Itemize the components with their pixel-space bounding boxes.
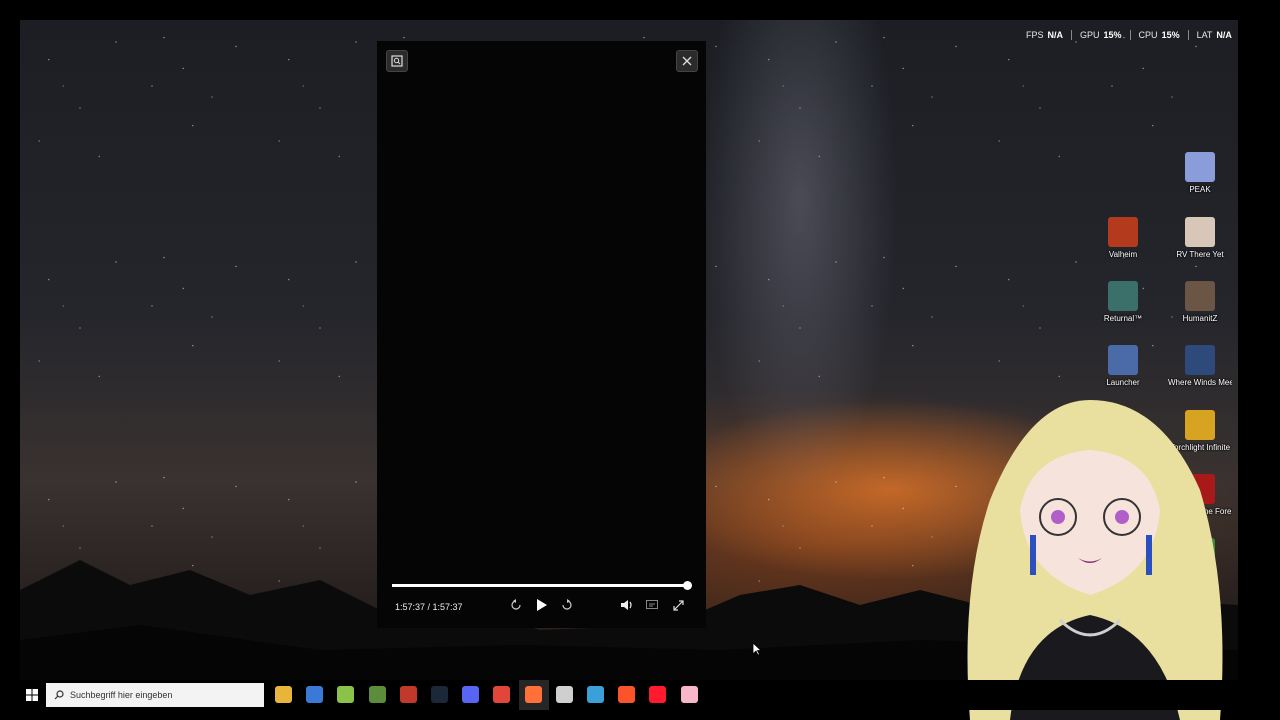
search-placeholder: Suchbegriff hier eingeben [70, 690, 173, 700]
rv-there-yet-icon [1185, 217, 1215, 247]
desktop-icon[interactable]: PEAK [1168, 152, 1232, 194]
play-button[interactable] [534, 597, 550, 613]
stat-cpu: CPU 15% [1131, 30, 1189, 40]
rewind-10-icon [511, 599, 521, 610]
vtuber-avatar [967, 400, 1223, 720]
humanitz-icon [1185, 281, 1215, 311]
chrome-icon[interactable] [493, 686, 511, 703]
zoom-icon [391, 55, 403, 67]
volume-button[interactable] [619, 597, 635, 613]
progress-handle[interactable] [683, 581, 692, 590]
taskbar-search-box[interactable]: Suchbegriff hier eingeben [46, 683, 264, 707]
close-icon [682, 56, 692, 66]
forward-button[interactable] [559, 597, 575, 613]
search-icon [54, 690, 64, 700]
windows-logo-icon [26, 689, 38, 701]
brave-icon[interactable] [618, 686, 636, 703]
peak-game-icon [1185, 152, 1215, 182]
volume-icon [621, 600, 632, 610]
mouse-cursor [752, 642, 762, 656]
stat-label: GPU [1080, 30, 1100, 40]
file-explorer-icon[interactable] [275, 686, 292, 703]
refresh-app-icon[interactable] [587, 686, 604, 703]
performance-overlay: FPS N/A GPU 15% CPU 15% LAT N/A [1018, 30, 1240, 40]
forward-10-icon [562, 599, 572, 610]
stat-gpu: GPU 15% [1072, 30, 1131, 40]
discord-like-icon[interactable] [462, 686, 480, 703]
desktop-icon-label: Valheim [1108, 250, 1138, 259]
stat-value: 15% [1161, 30, 1180, 40]
speedometer-icon[interactable] [555, 686, 573, 703]
desktop-icon-label: RV There Yet [1176, 250, 1224, 259]
desktop-icon-label: PEAK [1189, 185, 1211, 194]
app-badge-icon[interactable] [399, 686, 417, 703]
stat-label: FPS [1026, 30, 1044, 40]
desktop-icon-label: Returnal™ [1103, 314, 1143, 323]
store-icon[interactable] [306, 686, 324, 703]
android-app-icon[interactable] [337, 686, 355, 703]
steam-icon[interactable] [431, 686, 448, 703]
stat-value: 15% [1103, 30, 1122, 40]
stat-value: N/A [1216, 30, 1232, 40]
captions-button[interactable] [644, 597, 660, 613]
captions-icon [646, 600, 658, 609]
expand-icon [672, 599, 684, 611]
firefox-icon[interactable] [524, 686, 542, 703]
minecraft-icon[interactable] [368, 686, 386, 703]
returnal-icon [1108, 281, 1138, 311]
stat-fps: FPS N/A [1018, 30, 1073, 40]
stat-label: LAT [1196, 30, 1213, 40]
opera-icon[interactable] [649, 686, 667, 703]
fullscreen-button[interactable] [670, 597, 686, 613]
desktop-icon-label: HumanitZ [1182, 314, 1218, 323]
stat-value: N/A [1047, 30, 1064, 40]
close-button[interactable] [676, 50, 698, 72]
start-button[interactable] [20, 680, 44, 710]
desktop-icon[interactable]: Returnal™ [1091, 281, 1155, 323]
stat-label: CPU [1138, 30, 1158, 40]
desktop-icon[interactable]: HumanitZ [1168, 281, 1232, 323]
progress-bar[interactable] [392, 581, 692, 590]
time-display: 1:57:37 / 1:57:37 [395, 602, 463, 612]
rewind-button[interactable] [508, 597, 524, 613]
video-player[interactable]: 1:57:37 / 1:57:37 [377, 41, 706, 628]
stat-lat: LAT N/A [1189, 30, 1240, 40]
desktop-icon[interactable]: Valheim [1091, 217, 1155, 259]
valheim-icon [1108, 217, 1138, 247]
desktop-icon[interactable]: RV There Yet [1168, 217, 1232, 259]
taskbar: Suchbegriff hier eingeben [20, 680, 1238, 710]
zoom-button[interactable] [386, 50, 408, 72]
pink-app-icon[interactable] [680, 686, 698, 703]
play-icon [537, 599, 547, 611]
